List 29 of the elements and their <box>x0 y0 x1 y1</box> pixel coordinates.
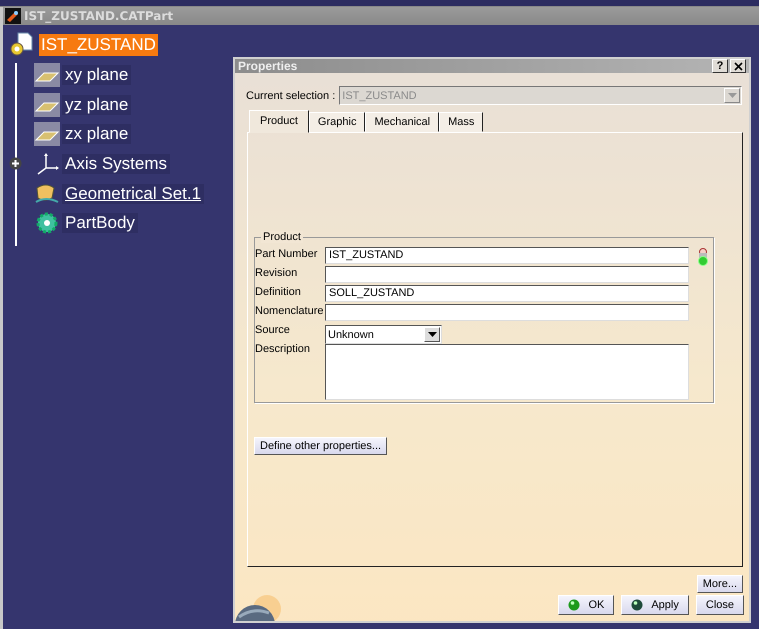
input-field[interactable]: IST_ZUSTAND <box>325 247 689 264</box>
tab[interactable]: Mechanical <box>365 112 440 132</box>
apply-button[interactable]: Apply <box>621 595 689 615</box>
ok-button[interactable]: OK <box>558 595 614 615</box>
help-button[interactable]: ? <box>712 59 728 74</box>
tree-item-label[interactable]: yz plane <box>62 94 132 115</box>
window-title: IST_ZUSTAND.CATPart <box>24 9 174 23</box>
tree-item-label[interactable]: Geometrical Set.1 <box>62 184 204 204</box>
field-label: Description <box>255 342 312 356</box>
tab[interactable]: Product <box>249 110 309 134</box>
define-properties-button[interactable]: Define other properties... <box>254 437 388 456</box>
group-title: Product <box>261 231 303 244</box>
field-label: Part Number <box>255 247 318 260</box>
more-button[interactable]: More... <box>696 575 743 593</box>
field-label: Revision <box>255 266 298 280</box>
dialog-title: Properties <box>238 59 298 74</box>
tab[interactable]: Graphic <box>308 112 366 132</box>
tree-item-label[interactable]: Axis Systems <box>62 154 170 174</box>
tree-item-label[interactable]: zx plane <box>62 124 132 144</box>
current-selection-label: Current selection : <box>246 90 336 102</box>
input-field[interactable]: SOLL_ZUSTAND <box>325 285 689 302</box>
tab[interactable]: Mass <box>439 112 484 132</box>
field-label: Source <box>255 323 291 336</box>
tree-item-label[interactable]: xy plane <box>62 64 132 85</box>
close-button[interactable]: Close <box>696 595 744 615</box>
field-label: Nomenclature <box>255 304 323 318</box>
source-dropdown[interactable]: Unknown <box>325 325 442 344</box>
field-label: Definition <box>255 285 302 298</box>
tree-item-label[interactable]: PartBody <box>62 213 138 234</box>
